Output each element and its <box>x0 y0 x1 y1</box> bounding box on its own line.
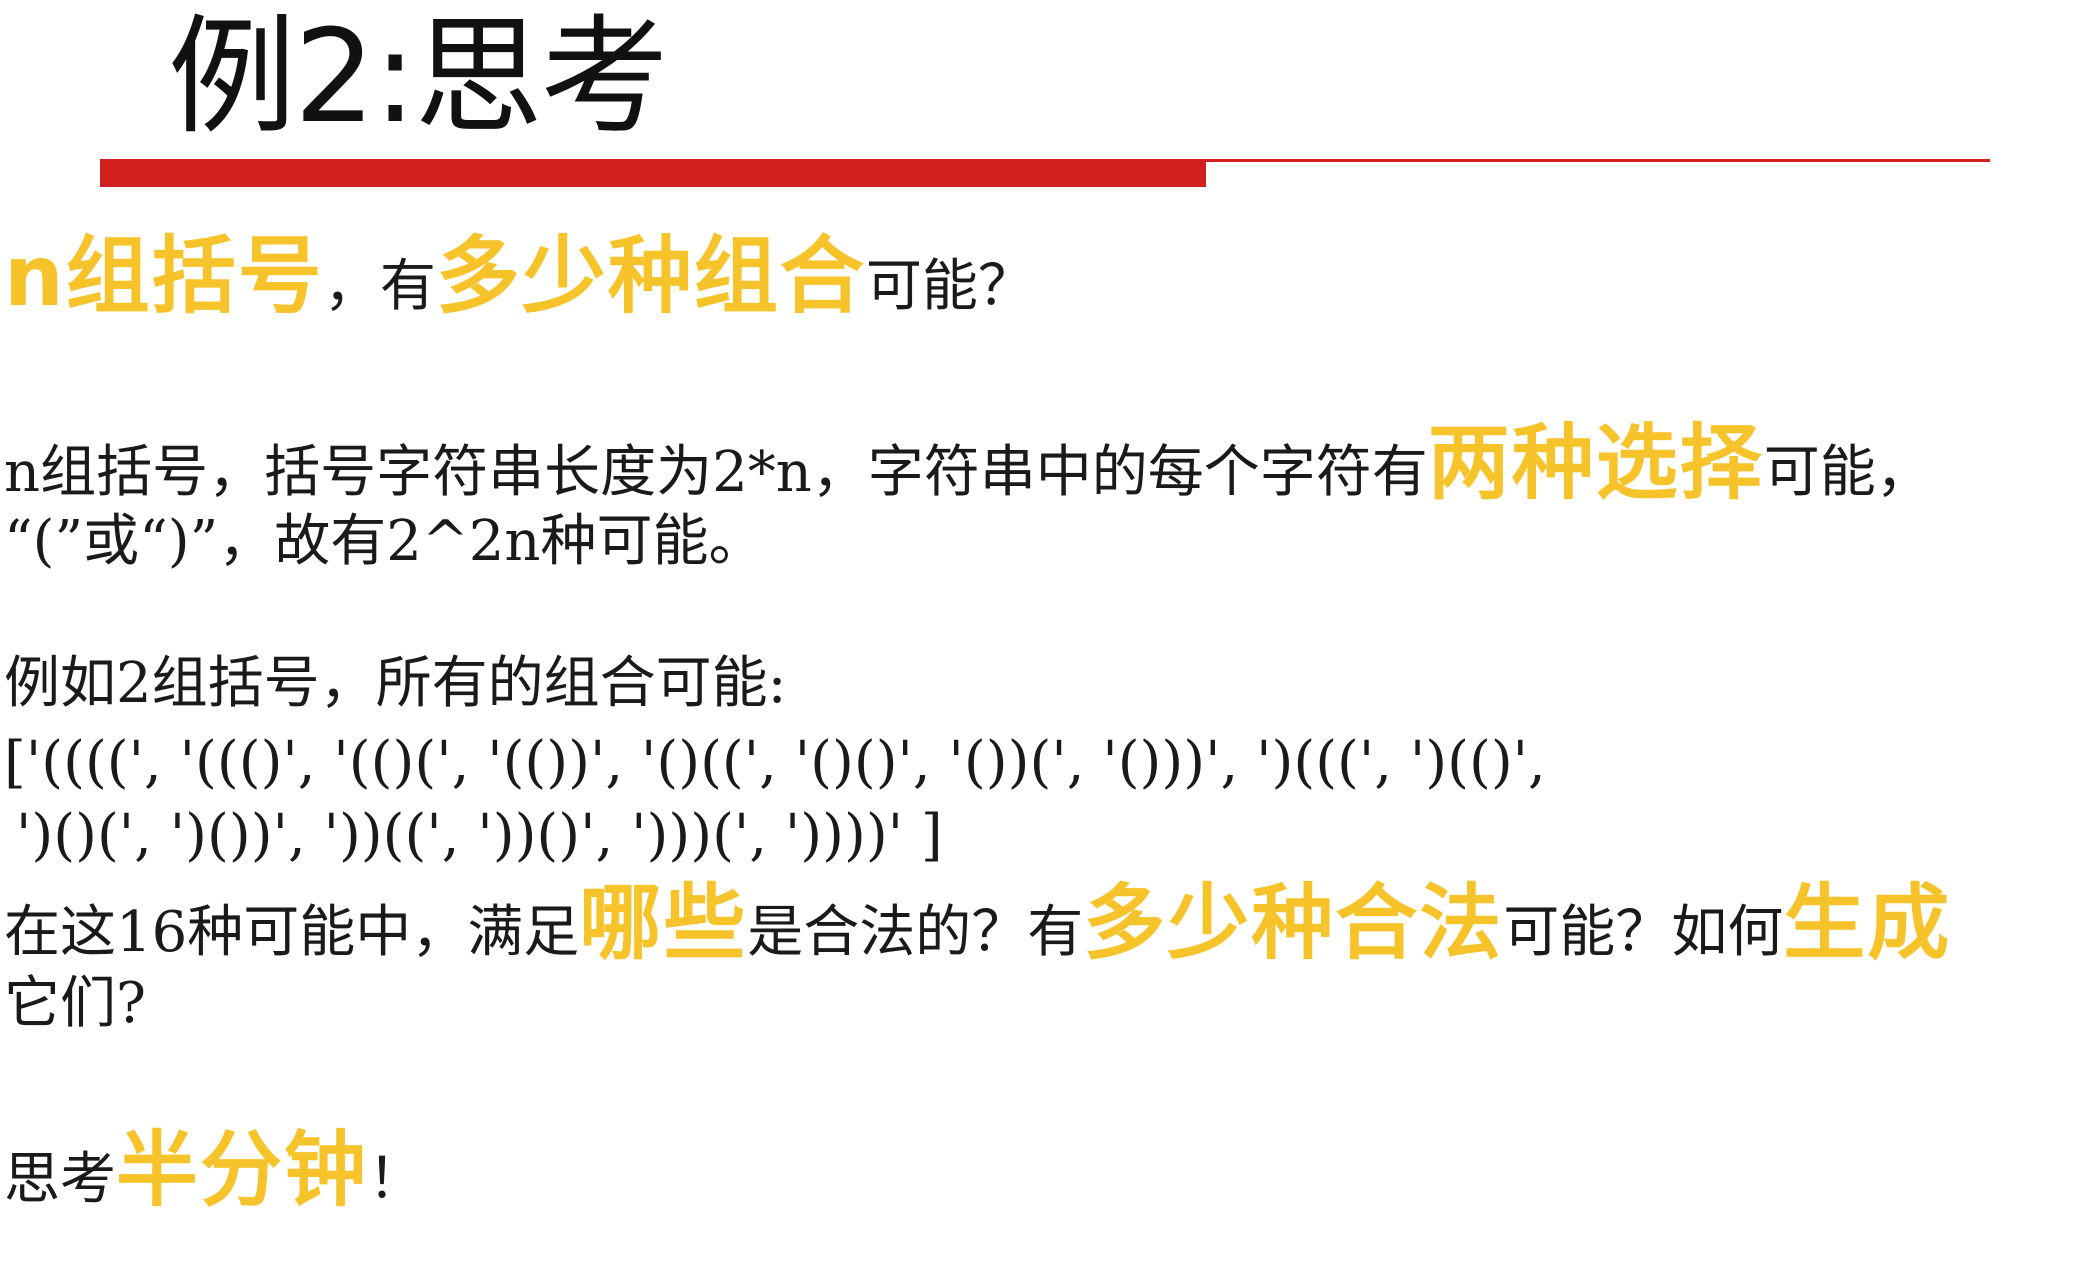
combos-line-1: ['((((', '((()', '(()(', '(())', '()((',… <box>4 730 1546 795</box>
followup-text-3: 可能？如何 <box>1503 900 1784 965</box>
followup-line-2: 它们? <box>4 971 147 1036</box>
example-intro: 例如2组括号，所有的组合可能: <box>4 651 787 716</box>
slide-title: 例2:思考 <box>168 3 669 152</box>
question-text-1: ，有 <box>323 254 436 319</box>
highlight-generate: 生成 <box>1783 876 1952 971</box>
highlight-n-groups: n组括号 <box>4 227 324 325</box>
closing-line: 思考半分钟！ <box>4 1130 425 1216</box>
highlight-how-many-combos: 多少种组合 <box>435 227 866 325</box>
followup-text-1: 在这16种可能中，满足 <box>4 900 580 965</box>
highlight-two-choices: 两种选择 <box>1427 416 1764 511</box>
question-line: n组括号，有多少种组合可能？ <box>4 234 1034 323</box>
closing-text: 思考 <box>4 1147 116 1212</box>
question-text-2: 可能？ <box>865 254 1034 319</box>
followup-text-2: 是合法的？有 <box>747 900 1084 965</box>
highlight-half-minute: 半分钟 <box>116 1123 369 1218</box>
followup-line-1: 在这16种可能中，满足哪些是合法的？有多少种合法可能？如何生成 <box>4 883 1951 969</box>
explanation-text-end: 可能， <box>1763 440 1932 505</box>
closing-exclaim: ！ <box>368 1147 425 1212</box>
explanation-line-1: n组括号，括号字符串长度为2*n，字符串中的每个字符有两种选择可能， <box>4 423 1932 509</box>
highlight-which: 哪些 <box>579 876 748 971</box>
explanation-line-2: “(”或“)”，故有2^2n种可能。 <box>4 509 765 574</box>
explanation-text: n组括号，括号字符串长度为2*n，字符串中的每个字符有 <box>4 440 1428 505</box>
highlight-how-many-valid: 多少种合法 <box>1083 876 1504 971</box>
title-divider-thick <box>100 160 1206 187</box>
combos-line-2: ')()(', ')())', '))((', '))()', ')))(', … <box>16 803 943 868</box>
